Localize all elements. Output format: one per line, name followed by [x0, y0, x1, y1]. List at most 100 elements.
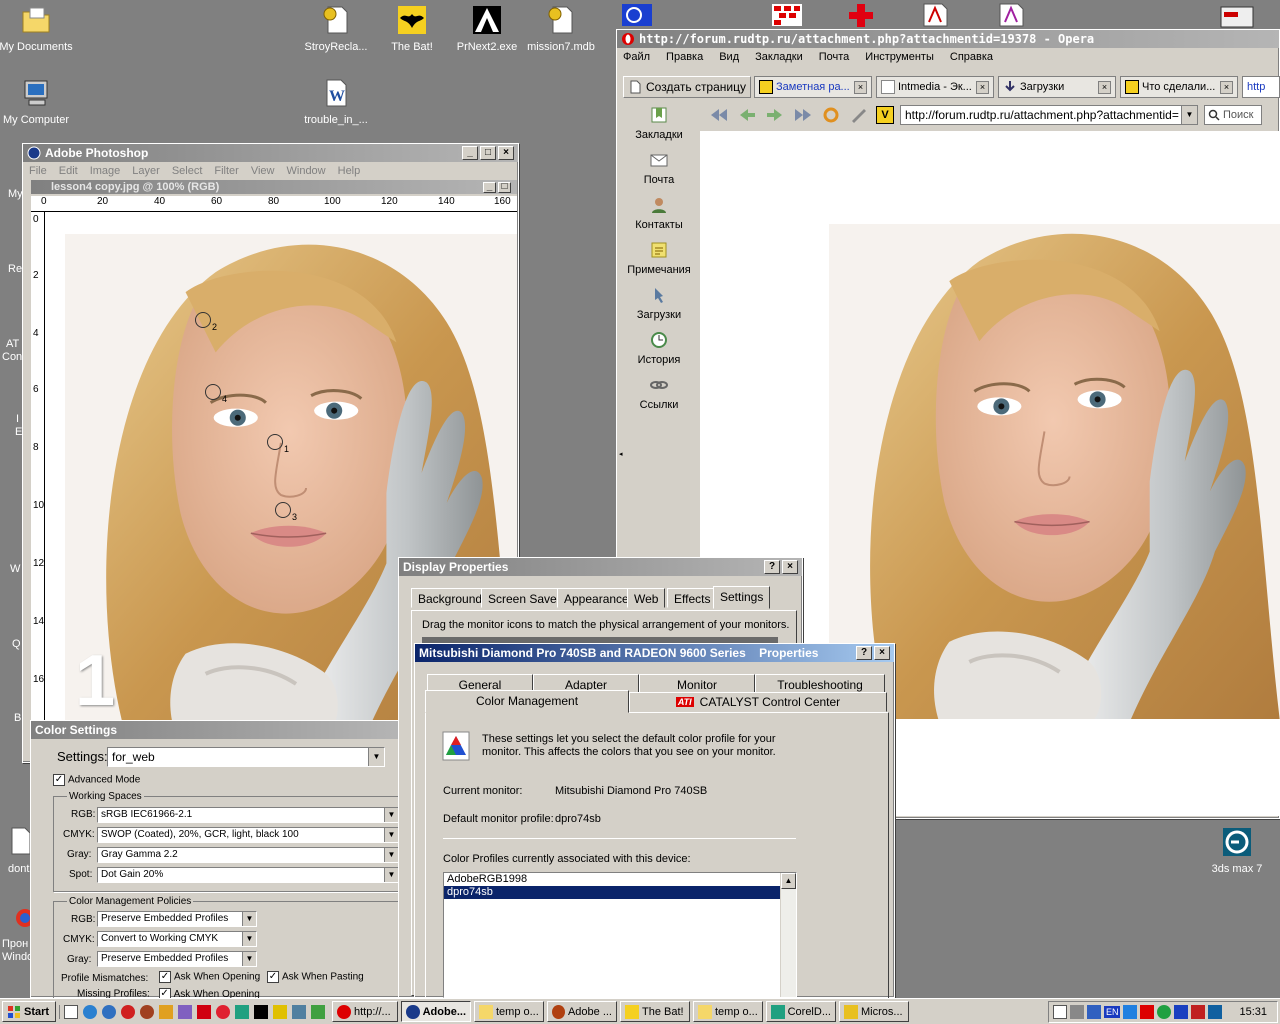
profile-item[interactable]: AdobeRGB1998 [444, 873, 796, 886]
display-tray-icon[interactable] [1174, 1004, 1189, 1019]
color-sampler-2[interactable] [195, 312, 211, 328]
tab-monitor[interactable]: Monitor [639, 674, 755, 694]
menu-select[interactable]: Select [172, 165, 203, 177]
color-settings-titlebar[interactable]: Color Settings [31, 721, 402, 739]
color-sampler-4[interactable] [205, 384, 221, 400]
color-sampler-3[interactable] [275, 502, 291, 518]
address-dropdown-icon[interactable]: ▼ [1181, 106, 1197, 124]
desktop-icon-my-documents[interactable]: My Documents [0, 4, 81, 53]
task-opera[interactable]: http://... [332, 1001, 398, 1022]
pdf-file-icon[interactable] [920, 2, 950, 28]
opera-menu-mail[interactable]: Почта [819, 51, 850, 63]
scroll-up-icon[interactable]: ▲ [781, 873, 796, 889]
show-desktop-icon[interactable] [64, 1004, 78, 1019]
tab-web[interactable]: Web [627, 588, 666, 608]
opera-menu-bookmarks[interactable]: Закладки [755, 51, 803, 63]
advanced-mode-checkbox[interactable]: ✓ Advanced Mode [53, 774, 140, 786]
tab-close-icon[interactable]: × [1220, 80, 1233, 94]
opera-tab-1[interactable]: Заметная ра... × [754, 76, 872, 98]
gray-select[interactable]: Gray Gamma 2.2 ▼ [97, 847, 399, 863]
doc-minimize-button[interactable]: _ [483, 181, 496, 193]
spot-select[interactable]: Dot Gain 20% ▼ [97, 867, 399, 883]
sidebar-bookmarks[interactable]: Закладки [620, 106, 698, 141]
photoshop-titlebar[interactable]: Adobe Photoshop _ □ × [23, 144, 518, 162]
policy-gray-select[interactable]: Preserve Embedded Profiles ▼ [97, 951, 257, 967]
policy-rgb-select[interactable]: Preserve Embedded Profiles ▼ [97, 911, 257, 927]
cmyk-select[interactable]: SWOP (Coated), 20%, GCR, light, black 10… [97, 827, 399, 843]
player-icon[interactable] [254, 1004, 268, 1019]
language-indicator[interactable]: EN [1103, 1005, 1121, 1018]
task-microsoft[interactable]: Micros... [839, 1001, 909, 1022]
minimize-button[interactable]: _ [462, 146, 478, 160]
tab-close-icon[interactable]: × [976, 80, 989, 94]
sidebar-splitter-icon[interactable]: ◂ [619, 450, 625, 460]
tab-settings[interactable]: Settings [713, 586, 771, 609]
menu-view[interactable]: View [251, 165, 275, 177]
opera-menu-edit[interactable]: Правка [666, 51, 703, 63]
back-icon[interactable] [736, 106, 758, 124]
sidebar-mail[interactable]: Почта [620, 151, 698, 186]
settings-select[interactable]: for_web ▼ [107, 747, 385, 767]
sidebar-notes[interactable]: Примечания [620, 241, 698, 276]
desktop-icon-my-computer[interactable]: My Computer [0, 77, 81, 126]
network-tray-icon[interactable] [1086, 1004, 1101, 1019]
opera-menu-file[interactable]: Файл [623, 51, 650, 63]
maximize-button[interactable]: □ [480, 146, 496, 160]
monitor-properties-titlebar[interactable]: Mitsubishi Diamond Pro 740SB and RADEON … [415, 644, 894, 662]
tab-effects[interactable]: Effects [667, 588, 718, 608]
opera-titlebar[interactable]: http://forum.rudtp.ru/attachment.php?att… [617, 30, 1279, 48]
help-button[interactable]: ? [764, 560, 780, 574]
green-tray-icon[interactable] [1157, 1004, 1172, 1019]
star-icon[interactable] [216, 1004, 230, 1019]
red-cross-icon[interactable] [846, 2, 876, 28]
missing-ask-opening-checkbox[interactable]: ✓ Ask When Opening [158, 988, 260, 998]
sidebar-links[interactable]: Ссылки [620, 376, 698, 411]
edit-icon[interactable] [848, 106, 870, 124]
bluetooth-tray-icon[interactable] [1123, 1004, 1138, 1019]
ie-icon[interactable] [83, 1004, 97, 1019]
display-properties-titlebar[interactable]: Display Properties ? × [399, 558, 802, 576]
sidebar-history[interactable]: История [620, 331, 698, 366]
opera-menu-tools[interactable]: Инструменты [865, 51, 934, 63]
red-cross-quicklaunch-icon[interactable] [197, 1004, 211, 1019]
task-thebat[interactable]: The Bat! [620, 1001, 690, 1022]
acrobat-icon[interactable] [996, 2, 1026, 28]
sidebar-contacts[interactable]: Контакты [620, 196, 698, 231]
antivirus-tray-icon[interactable] [1191, 1004, 1206, 1019]
opera-tab-2[interactable]: Intmedia - Эк... × [876, 76, 994, 98]
menu-layer[interactable]: Layer [132, 165, 160, 177]
close-button[interactable]: × [782, 560, 798, 574]
tab-appearance[interactable]: Appearance [557, 588, 636, 608]
doc-maximize-button[interactable]: □ [498, 181, 511, 193]
rewind-icon[interactable] [708, 106, 730, 124]
opera-tab-4[interactable]: Что сделали... × [1120, 76, 1238, 98]
opera-tab-5-active[interactable]: http [1242, 76, 1280, 98]
profile-item-selected[interactable]: dpro74sb [444, 886, 780, 899]
menu-edit[interactable]: Edit [59, 165, 78, 177]
profiles-list[interactable]: AdobeRGB1998 dpro74sb ▲ [443, 872, 797, 998]
task-corel[interactable]: CorelD... [766, 1001, 836, 1022]
tab-screen-saver[interactable]: Screen Saver [481, 588, 568, 608]
dont-file-icon[interactable] [10, 826, 32, 856]
desktop-icon-mission7[interactable]: mission7.mdb [516, 4, 606, 53]
menu-help[interactable]: Help [338, 165, 361, 177]
ask-pasting-checkbox[interactable]: ✓ Ask When Pasting [267, 971, 364, 983]
opera-menu-view[interactable]: Вид [719, 51, 739, 63]
task-adobe[interactable]: Adobe ... [547, 1001, 617, 1022]
sidebar-downloads[interactable]: Загрузки [620, 286, 698, 321]
opera-menu-help[interactable]: Справка [950, 51, 993, 63]
profiles-scrollbar[interactable]: ▲ [780, 873, 796, 997]
desktop-icon-3dsmax[interactable]: 3ds max 7 [1192, 826, 1280, 875]
attachment-image[interactable] [829, 224, 1280, 719]
policy-cmyk-select[interactable]: Convert to Working CMYK ▼ [97, 931, 257, 947]
document-titlebar[interactable]: lesson4 copy.jpg @ 100% (RGB) _ □ [31, 180, 517, 194]
speaker-tray-icon[interactable] [1069, 1004, 1084, 1019]
tab-catalyst[interactable]: ATI CATALYST Control Center [629, 692, 887, 712]
reload-icon[interactable] [820, 106, 842, 124]
close-button[interactable]: × [498, 146, 514, 160]
tab-close-icon[interactable]: × [1098, 80, 1111, 94]
search-input[interactable]: Поиск [1204, 105, 1262, 125]
forward-icon[interactable] [764, 106, 786, 124]
browser-icon[interactable] [102, 1004, 116, 1019]
pdf-quicklaunch-icon[interactable] [273, 1004, 287, 1019]
